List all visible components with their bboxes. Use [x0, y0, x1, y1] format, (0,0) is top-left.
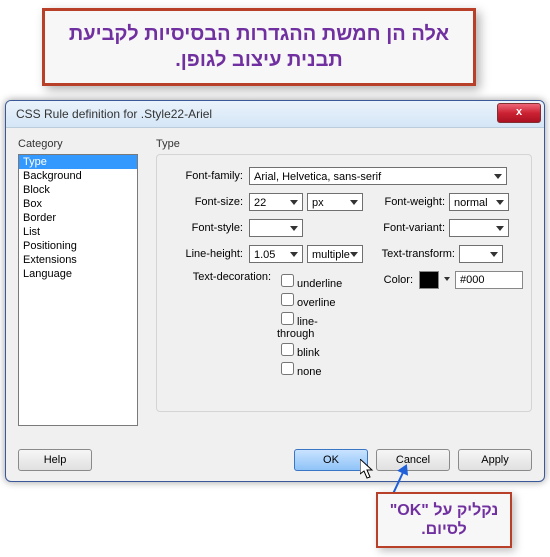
check-underline-label: underline	[297, 278, 342, 290]
check-blink[interactable]	[281, 343, 294, 356]
line-height-unit-combo[interactable]: multiple	[307, 245, 363, 263]
annotation-top: אלה הן חמשת ההגדרות הבסיסיות לקביעת תבני…	[42, 8, 476, 86]
label-font-weight: Font-weight:	[369, 196, 449, 208]
category-item-extensions[interactable]: Extensions	[19, 253, 137, 267]
font-size-unit-combo[interactable]: px	[307, 193, 363, 211]
color-swatch[interactable]	[419, 271, 439, 289]
category-header: Category	[18, 138, 138, 150]
type-fieldset: Font-family: Arial, Helvetica, sans-seri…	[156, 154, 532, 412]
font-size-combo[interactable]: 22	[249, 193, 303, 211]
category-item-language[interactable]: Language	[19, 267, 137, 281]
cancel-button[interactable]: Cancel	[376, 449, 450, 471]
annotation-top-text: אלה הן חמשת ההגדרות הבסיסיות לקביעת תבני…	[45, 21, 473, 73]
help-button[interactable]: Help	[18, 449, 92, 471]
category-item-list[interactable]: List	[19, 225, 137, 239]
label-text-transform: Text-transform:	[369, 248, 459, 260]
type-header: Type	[156, 138, 532, 150]
font-style-combo[interactable]	[249, 219, 303, 237]
check-line-through[interactable]	[281, 312, 294, 325]
dialog-content: Category Type Background Block Box Borde…	[6, 128, 544, 436]
text-transform-combo[interactable]	[459, 245, 503, 263]
titlebar: CSS Rule definition for .Style22-Ariel x	[6, 101, 544, 128]
check-none-label: none	[297, 366, 321, 378]
label-text-decoration: Text-decoration:	[165, 271, 277, 283]
line-height-combo[interactable]: 1.05	[249, 245, 303, 263]
ok-button[interactable]: OK	[294, 449, 368, 471]
check-blink-label: blink	[297, 347, 320, 359]
css-rule-dialog: CSS Rule definition for .Style22-Ariel x…	[5, 100, 545, 482]
color-input[interactable]	[455, 271, 523, 289]
label-font-variant: Font-variant:	[369, 222, 449, 234]
font-variant-combo[interactable]	[449, 219, 509, 237]
category-column: Category Type Background Block Box Borde…	[18, 138, 138, 436]
font-family-combo[interactable]: Arial, Helvetica, sans-serif	[249, 167, 507, 185]
category-item-block[interactable]: Block	[19, 183, 137, 197]
category-item-positioning[interactable]: Positioning	[19, 239, 137, 253]
apply-button[interactable]: Apply	[458, 449, 532, 471]
annotation-bottom: נקליק על "OK" לסיום.	[376, 492, 512, 548]
label-font-size: Font-size:	[165, 196, 249, 208]
check-none[interactable]	[281, 362, 294, 375]
text-decoration-group: underline overline line-through blink no…	[277, 271, 354, 378]
category-item-box[interactable]: Box	[19, 197, 137, 211]
dialog-title: CSS Rule definition for .Style22-Ariel	[16, 107, 212, 121]
check-overline-label: overline	[297, 297, 336, 309]
label-line-height: Line-height:	[165, 248, 249, 260]
check-overline[interactable]	[281, 293, 294, 306]
label-font-style: Font-style:	[165, 222, 249, 234]
close-button[interactable]: x	[497, 103, 541, 123]
type-panel: Type Font-family: Arial, Helvetica, sans…	[156, 138, 532, 436]
font-weight-combo[interactable]: normal	[449, 193, 509, 211]
category-item-border[interactable]: Border	[19, 211, 137, 225]
label-color: Color:	[384, 274, 413, 286]
annotation-bottom-text: נקליק על "OK" לסיום.	[378, 501, 510, 539]
category-list[interactable]: Type Background Block Box Border List Po…	[18, 154, 138, 426]
category-item-background[interactable]: Background	[19, 169, 137, 183]
category-item-type[interactable]: Type	[19, 155, 137, 169]
label-font-family: Font-family:	[165, 170, 249, 182]
check-underline[interactable]	[281, 274, 294, 287]
button-row: Help OK Cancel Apply	[6, 449, 544, 471]
